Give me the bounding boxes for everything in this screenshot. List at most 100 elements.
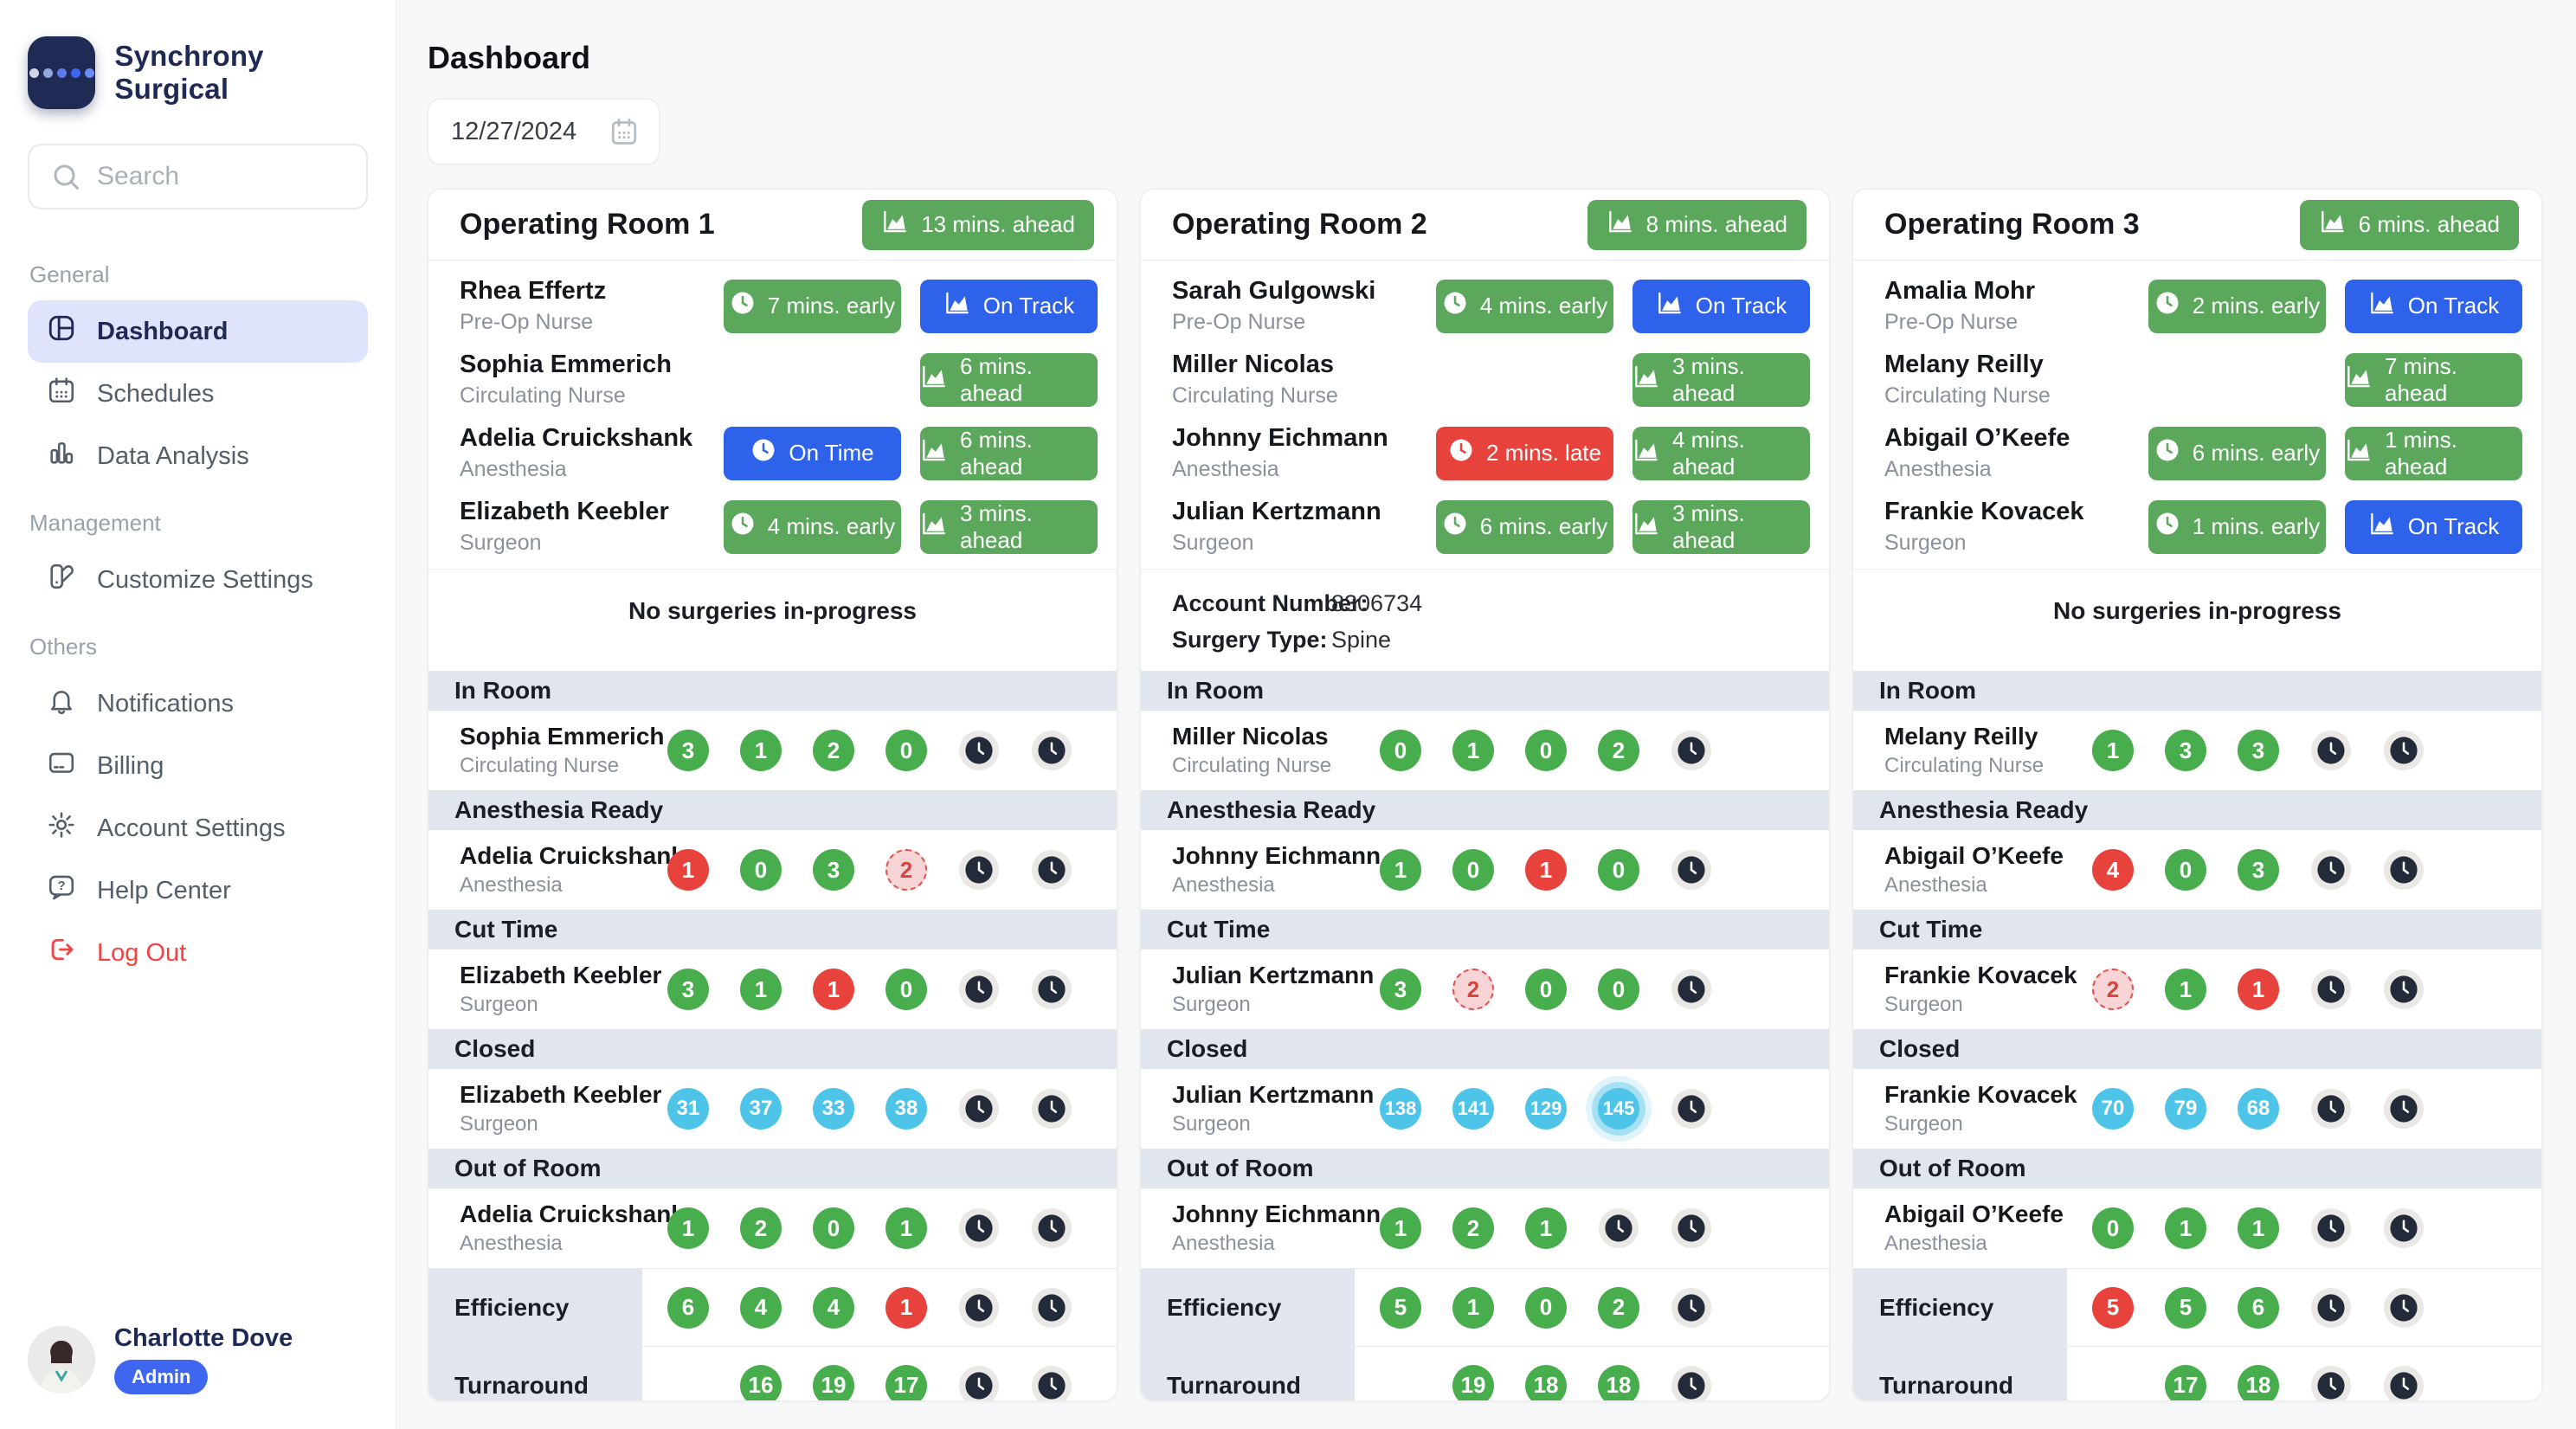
- metric-value[interactable]: 3: [2238, 849, 2279, 891]
- metric-value[interactable]: 0: [1525, 1287, 1567, 1329]
- metric-value[interactable]: 3: [2238, 730, 2279, 771]
- metric-cell[interactable]: 3: [667, 730, 709, 771]
- metric-value[interactable]: 0: [1525, 730, 1567, 771]
- metric-value[interactable]: 17: [886, 1365, 927, 1402]
- sidebar-item-billing[interactable]: Billing: [28, 735, 368, 797]
- metric-cell[interactable]: 5: [1380, 1287, 1421, 1329]
- metric-value[interactable]: 0: [1452, 849, 1494, 891]
- sidebar-item-log-out[interactable]: Log Out: [28, 922, 368, 984]
- metric-value[interactable]: 5: [2092, 1287, 2134, 1329]
- metric-cell[interactable]: 2: [740, 1207, 782, 1249]
- metric-cell[interactable]: 3: [2238, 730, 2279, 771]
- metric-value[interactable]: 2: [813, 730, 854, 771]
- metric-cell[interactable]: 1: [1525, 849, 1567, 891]
- metric-cell[interactable]: 18: [2238, 1365, 2279, 1402]
- metric-value[interactable]: 0: [813, 1207, 854, 1249]
- metric-value[interactable]: 1: [1380, 1207, 1421, 1249]
- metric-cell[interactable]: 0: [2092, 1207, 2134, 1249]
- metric-cell[interactable]: 0: [886, 730, 927, 771]
- metric-cell[interactable]: 1: [1525, 1207, 1567, 1249]
- metric-cell[interactable]: 17: [2165, 1365, 2206, 1402]
- metric-value[interactable]: 2: [1452, 1207, 1494, 1249]
- sidebar-item-customize-settings[interactable]: Customize Settings: [28, 549, 368, 611]
- metric-value[interactable]: 1: [1525, 1207, 1567, 1249]
- metric-value[interactable]: 0: [1598, 849, 1639, 891]
- metric-value[interactable]: 5: [2165, 1287, 2206, 1329]
- date-picker[interactable]: 12/27/2024: [428, 99, 660, 164]
- metric-cell[interactable]: 4: [2092, 849, 2134, 891]
- metric-value[interactable]: 3: [1380, 969, 1421, 1010]
- metric-value[interactable]: 33: [813, 1088, 854, 1130]
- metric-cell[interactable]: 2: [1598, 1287, 1639, 1329]
- metric-cell[interactable]: 0: [1380, 730, 1421, 771]
- metric-value[interactable]: 2: [1598, 1287, 1639, 1329]
- metric-cell[interactable]: 6: [2238, 1287, 2279, 1329]
- metric-cell[interactable]: 141: [1452, 1088, 1494, 1130]
- metric-value[interactable]: 1: [667, 1207, 709, 1249]
- metric-cell[interactable]: 33: [813, 1088, 854, 1130]
- metric-value[interactable]: 2: [740, 1207, 782, 1249]
- metric-value[interactable]: 0: [1598, 969, 1639, 1010]
- metric-cell[interactable]: 6: [667, 1287, 709, 1329]
- user-profile[interactable]: Charlotte Dove Admin: [28, 1324, 293, 1394]
- metric-cell[interactable]: 5: [2092, 1287, 2134, 1329]
- metric-cell[interactable]: 31: [667, 1088, 709, 1130]
- metric-cell[interactable]: 0: [813, 1207, 854, 1249]
- metric-value[interactable]: 1: [1525, 849, 1567, 891]
- metric-cell[interactable]: 18: [1598, 1365, 1639, 1402]
- search-box[interactable]: [28, 144, 368, 209]
- metric-cell[interactable]: 1: [740, 969, 782, 1010]
- metric-value[interactable]: 2: [1452, 969, 1494, 1010]
- metric-value[interactable]: 6: [667, 1287, 709, 1329]
- metric-value[interactable]: 0: [886, 730, 927, 771]
- metric-cell[interactable]: 4: [740, 1287, 782, 1329]
- metric-cell[interactable]: 38: [886, 1088, 927, 1130]
- metric-value[interactable]: 1: [1452, 730, 1494, 771]
- metric-cell[interactable]: 0: [2165, 849, 2206, 891]
- metric-cell[interactable]: 0: [1525, 1287, 1567, 1329]
- metric-cell[interactable]: 1: [886, 1207, 927, 1249]
- metric-cell[interactable]: 68: [2238, 1088, 2279, 1130]
- metric-value[interactable]: 2: [2092, 969, 2134, 1010]
- metric-value[interactable]: 141: [1452, 1088, 1494, 1130]
- metric-cell[interactable]: 129: [1525, 1088, 1567, 1130]
- metric-cell[interactable]: 1: [2238, 969, 2279, 1010]
- metric-cell[interactable]: 2: [813, 730, 854, 771]
- metric-cell[interactable]: 37: [740, 1088, 782, 1130]
- metric-cell[interactable]: 1: [667, 849, 709, 891]
- metric-value[interactable]: 2: [1598, 730, 1639, 771]
- metric-cell[interactable]: 19: [1452, 1365, 1494, 1402]
- metric-cell[interactable]: 1: [886, 1287, 927, 1329]
- metric-cell[interactable]: 5: [2165, 1287, 2206, 1329]
- metric-value[interactable]: 1: [2092, 730, 2134, 771]
- metric-value[interactable]: 19: [813, 1365, 854, 1402]
- metric-value[interactable]: 79: [2165, 1088, 2206, 1130]
- metric-value[interactable]: 3: [813, 849, 854, 891]
- metric-cell[interactable]: 2: [1452, 1207, 1494, 1249]
- metric-cell[interactable]: 1: [1452, 730, 1494, 771]
- metric-value[interactable]: 129: [1525, 1088, 1567, 1130]
- metric-cell[interactable]: 1: [1452, 1287, 1494, 1329]
- metric-cell[interactable]: 19: [813, 1365, 854, 1402]
- metric-cell[interactable]: 4: [813, 1287, 854, 1329]
- metric-value[interactable]: 1: [1380, 849, 1421, 891]
- metric-value[interactable]: 4: [813, 1287, 854, 1329]
- metric-value[interactable]: 1: [886, 1207, 927, 1249]
- metric-cell[interactable]: 1: [2165, 969, 2206, 1010]
- sidebar-item-data-analysis[interactable]: Data Analysis: [28, 425, 368, 487]
- metric-value[interactable]: 138: [1380, 1088, 1421, 1130]
- metric-value[interactable]: 0: [740, 849, 782, 891]
- metric-value[interactable]: 4: [2092, 849, 2134, 891]
- metric-value[interactable]: 3: [667, 730, 709, 771]
- metric-cell[interactable]: 0: [740, 849, 782, 891]
- metric-value[interactable]: 0: [886, 969, 927, 1010]
- metric-cell[interactable]: 16: [740, 1365, 782, 1402]
- metric-value[interactable]: 0: [2165, 849, 2206, 891]
- metric-value[interactable]: 3: [2165, 730, 2206, 771]
- metric-cell[interactable]: 1: [2238, 1207, 2279, 1249]
- metric-cell[interactable]: 79: [2165, 1088, 2206, 1130]
- metric-value[interactable]: 18: [1525, 1365, 1567, 1402]
- metric-value[interactable]: 1: [740, 969, 782, 1010]
- metric-value[interactable]: 68: [2238, 1088, 2279, 1130]
- metric-value[interactable]: 2: [886, 849, 927, 891]
